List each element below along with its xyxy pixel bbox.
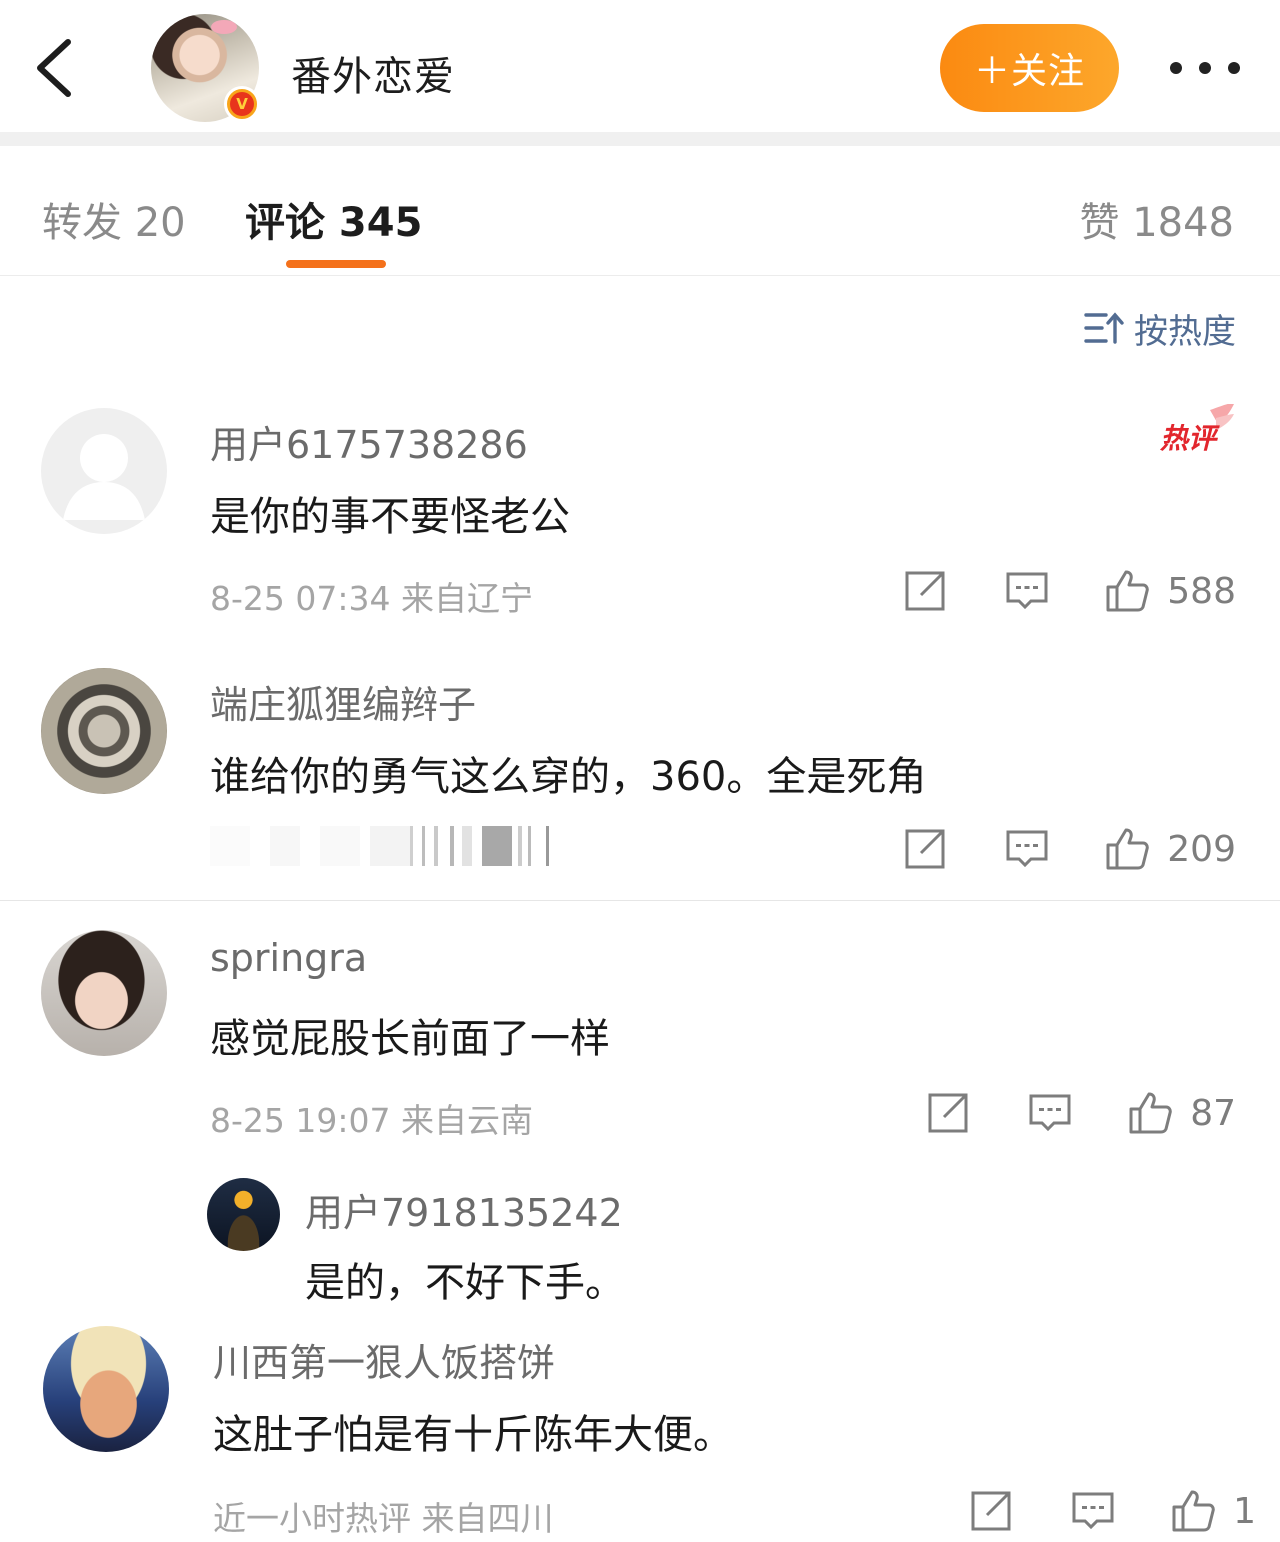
active-tab-indicator [286,260,386,268]
like-count: 87 [1190,1092,1236,1134]
comment-actions: 87 [926,1090,1236,1136]
share-icon[interactable] [969,1489,1013,1533]
comment-username[interactable]: 川西第一狠人饭搭饼 [213,1332,555,1387]
tab-repost[interactable]: 转发 20 [42,190,186,248]
comment-text: 谁给你的勇气这么穿的，360。全是死角 [210,754,927,800]
tab-like[interactable]: 赞 1848 [1079,190,1234,248]
sort-icon [1084,312,1124,344]
reply-username[interactable]: 用户7918135242 [305,1182,623,1237]
follow-button[interactable]: ＋关注 [940,24,1119,112]
reply-icon[interactable] [1028,1091,1072,1135]
comment-actions: 588 [903,568,1236,614]
hot-comment-badge: 热评 [1160,404,1234,455]
like-icon[interactable] [1105,827,1150,871]
avatar[interactable] [41,408,167,534]
like-icon[interactable] [1128,1091,1172,1135]
comment-meta: 8-25 19:07 来自云南 [210,1101,533,1140]
top-bar: V 番外恋爱 ＋关注 [0,0,1280,132]
reply-icon[interactable] [1005,569,1049,613]
like-count: 588 [1167,570,1236,612]
share-icon[interactable] [926,1091,970,1135]
sort-by-hot-button[interactable]: 按热度 [1084,308,1236,352]
reply-icon[interactable] [1005,827,1049,871]
comment-meta: 近一小时热评 来自四川 [213,1499,554,1538]
comment-actions: 1 [969,1488,1256,1534]
weibo-comment-page: V 番外恋爱 ＋关注 转发 20 评论 345 赞 1848 按热度 热评 用户… [0,0,1280,1542]
svg-text:热评: 热评 [1160,422,1220,455]
comment-text: 感觉屁股长前面了一样 [210,1016,610,1062]
verified-badge-icon: V [224,86,260,122]
comment-text: 是你的事不要怪老公 [210,494,570,540]
blurred-meta [210,826,550,866]
comment-text: 这肚子怕是有十斤陈年大便。 [213,1412,733,1458]
like-icon[interactable] [1105,569,1150,613]
section-divider [0,132,1280,146]
like-icon[interactable] [1171,1489,1215,1533]
reply-icon[interactable] [1071,1489,1115,1533]
like-count: 209 [1167,828,1236,870]
share-icon[interactable] [903,827,947,871]
avatar[interactable] [43,1326,169,1452]
chevron-left-icon[interactable] [30,36,80,100]
tab-bar: 转发 20 评论 345 赞 1848 [0,146,1280,276]
author-name[interactable]: 番外恋爱 [291,44,455,102]
avatar[interactable] [41,930,167,1056]
sort-label: 按热度 [1134,311,1236,352]
comment-username[interactable]: 用户6175738286 [210,414,528,469]
comment-actions: 209 [903,826,1236,872]
tab-comment[interactable]: 评论 345 [245,190,422,248]
comment-username[interactable]: springra [210,936,367,980]
avatar[interactable] [41,668,167,794]
share-icon[interactable] [903,569,947,613]
avatar[interactable] [207,1178,280,1251]
reply-text: 是的，不好下手。 [305,1260,625,1306]
like-count: 1 [1233,1490,1256,1532]
comment-username[interactable]: 端庄狐狸编辫子 [210,674,476,729]
divider [0,900,1280,901]
more-dots-icon[interactable] [1170,56,1240,80]
comment-meta: 8-25 07:34 来自辽宁 [210,579,533,618]
